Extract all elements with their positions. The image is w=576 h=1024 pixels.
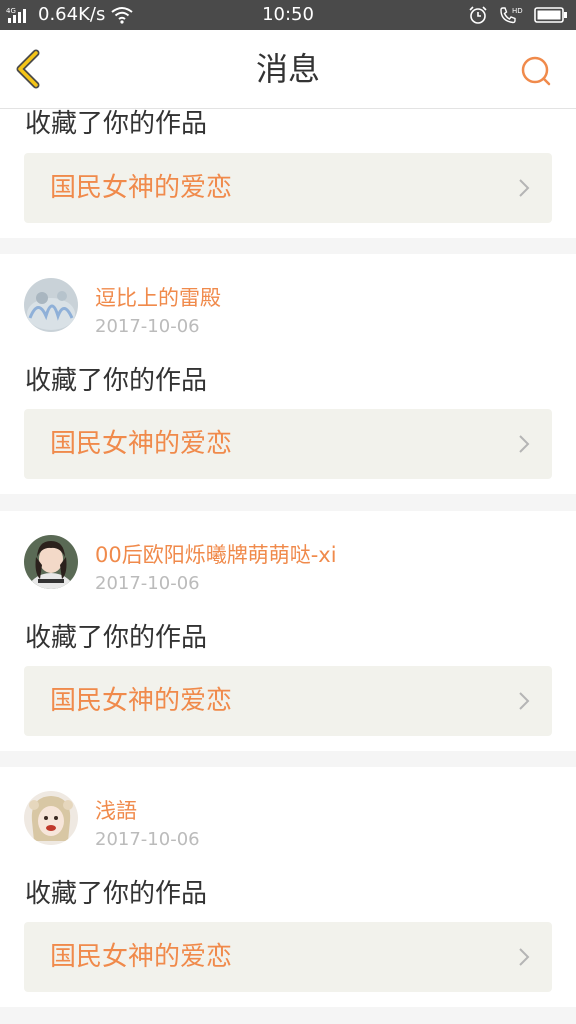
search-icon xyxy=(521,56,551,86)
work-title: 国民女神的爱恋 xyxy=(50,173,233,203)
avatar-image xyxy=(24,535,78,589)
battery-icon xyxy=(534,7,567,23)
chevron-right-icon xyxy=(519,179,530,197)
message-date: 2017-10-06 xyxy=(95,829,200,850)
work-link[interactable]: 国民女神的爱恋 xyxy=(24,153,552,223)
avatar-image xyxy=(24,791,78,845)
avatar[interactable] xyxy=(24,791,78,845)
chevron-right-icon xyxy=(519,948,530,966)
username[interactable]: 00后欧阳烁曦牌萌萌哒-xi xyxy=(95,539,337,569)
work-link[interactable]: 国民女神的爱恋 xyxy=(24,409,552,479)
work-title: 国民女神的爱恋 xyxy=(50,429,233,459)
message-action-text: 收藏了你的作品 xyxy=(25,623,208,653)
hd-label: HD xyxy=(512,7,523,15)
avatar[interactable] xyxy=(24,535,78,589)
message-card: 00后欧阳烁曦牌萌萌哒-xi 2017-10-06 收藏了你的作品 国民女神的爱… xyxy=(0,511,576,751)
username[interactable]: 浅語 xyxy=(95,795,137,825)
username[interactable]: 逗比上的雷殿 xyxy=(95,282,221,312)
app-header: 消息 xyxy=(0,30,576,109)
message-card: 浅語 2017-10-06 收藏了你的作品 国民女神的爱恋 xyxy=(0,767,576,1007)
message-date: 2017-10-06 xyxy=(95,316,200,337)
status-right: HD xyxy=(468,0,568,30)
work-link[interactable]: 国民女神的爱恋 xyxy=(24,666,552,736)
avatar[interactable] xyxy=(24,278,78,332)
avatar-image xyxy=(24,278,78,332)
search-button[interactable] xyxy=(518,54,558,94)
message-action-text: 收藏了你的作品 xyxy=(25,109,208,139)
chevron-right-icon xyxy=(519,435,530,453)
status-bar: 4G 0.64K/s 10:50 HD xyxy=(0,0,576,30)
work-link[interactable]: 国民女神的爱恋 xyxy=(24,922,552,992)
work-title: 国民女神的爱恋 xyxy=(50,686,233,716)
message-card: 收藏了你的作品 国民女神的爱恋 xyxy=(0,109,576,238)
page-title: 消息 xyxy=(255,50,320,88)
message-action-text: 收藏了你的作品 xyxy=(25,879,208,909)
hd-call-icon: HD xyxy=(500,7,523,24)
message-list[interactable]: 收藏了你的作品 国民女神的爱恋 逗比上的雷殿 2017-10-06 收藏了你的作… xyxy=(0,109,576,1024)
message-action-text: 收藏了你的作品 xyxy=(25,366,208,396)
message-date: 2017-10-06 xyxy=(95,573,200,594)
alarm-icon xyxy=(469,6,487,24)
message-card: 逗比上的雷殿 2017-10-06 收藏了你的作品 国民女神的爱恋 xyxy=(0,254,576,494)
work-title: 国民女神的爱恋 xyxy=(50,942,233,972)
chevron-right-icon xyxy=(519,692,530,710)
